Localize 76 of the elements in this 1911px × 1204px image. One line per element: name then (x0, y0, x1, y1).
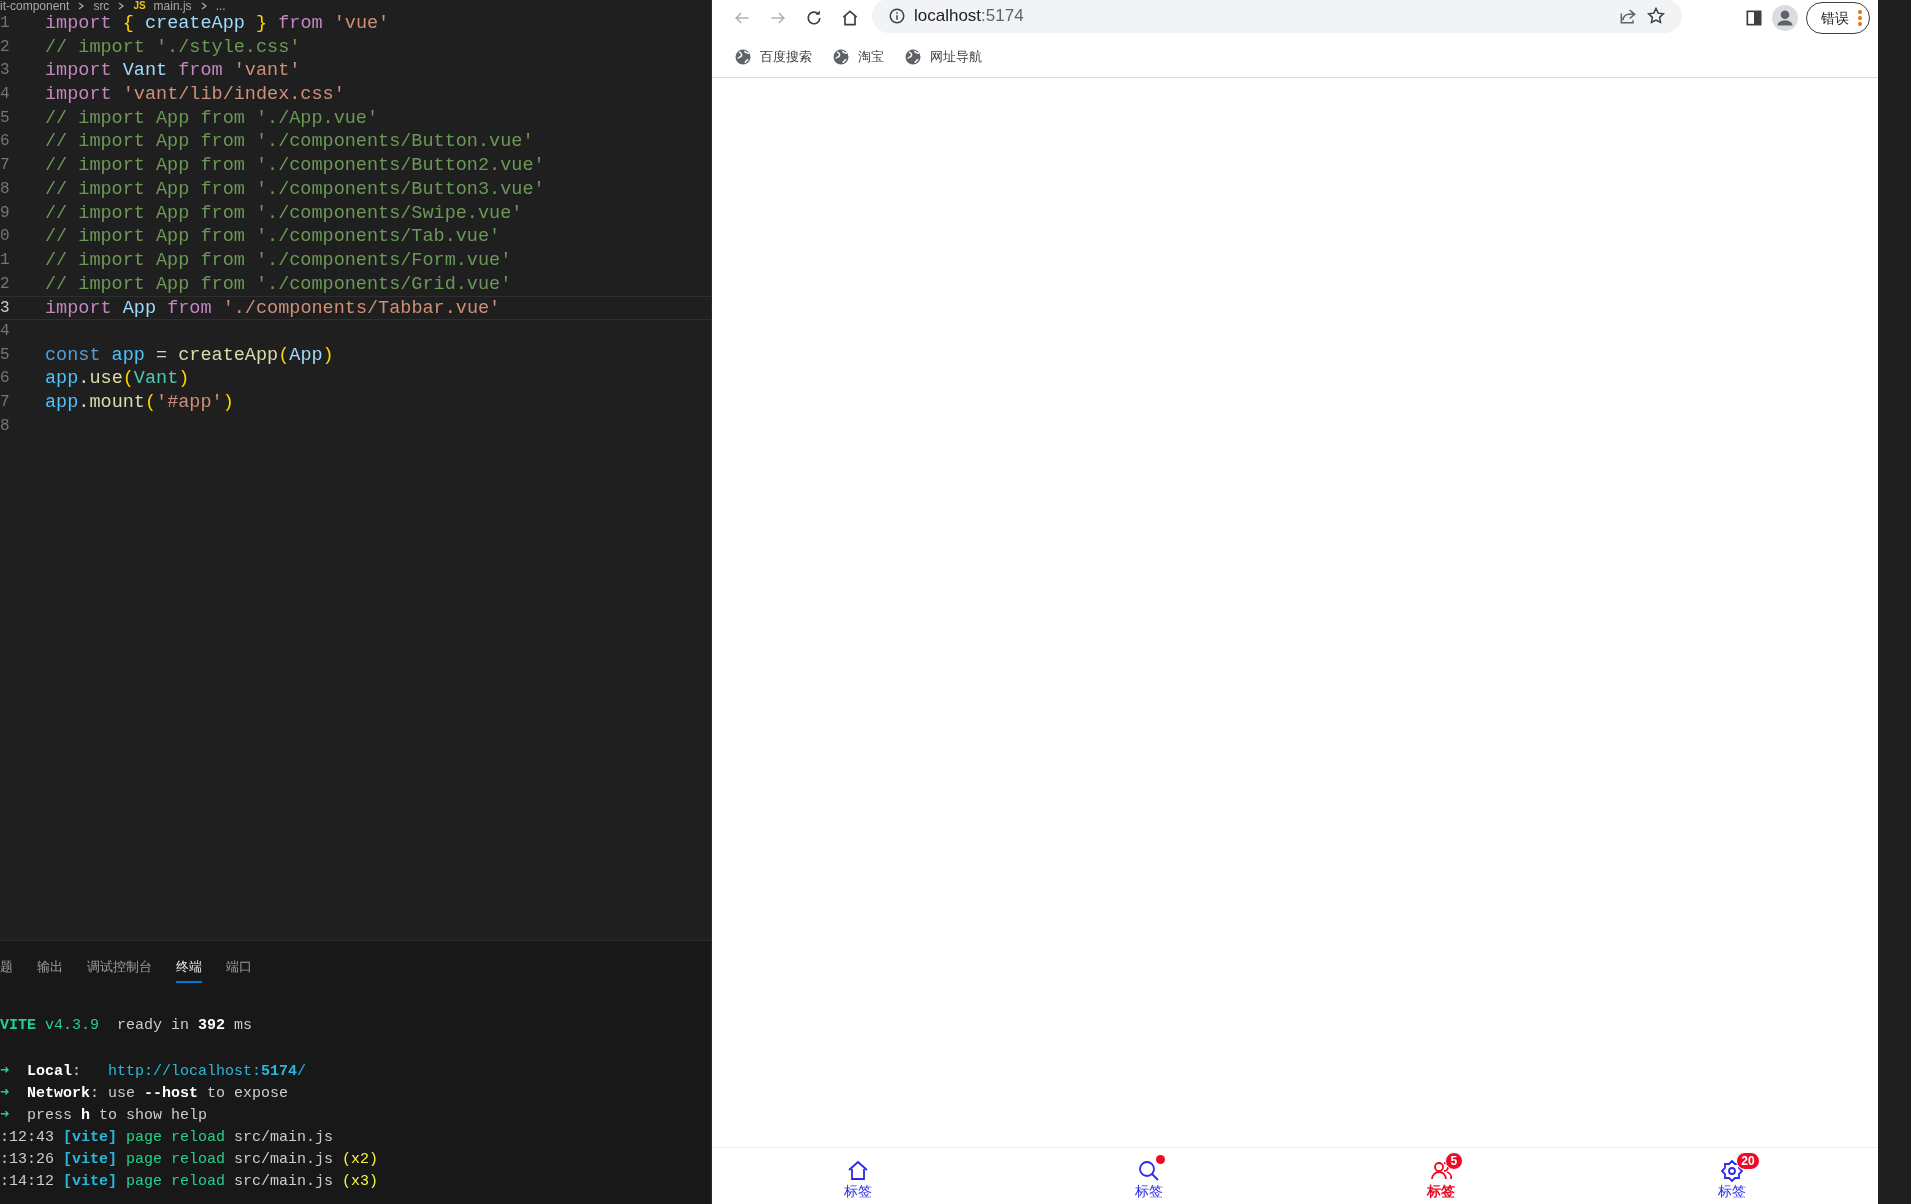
tab-label: 标签 (1718, 1183, 1747, 1200)
code-line: import 'vant/lib/index.css' (45, 83, 345, 107)
panel-tab[interactable]: 终端 (176, 957, 202, 983)
code-line: // import App from './components/Button3.vue' (45, 177, 545, 202)
line-number: 6 (0, 368, 11, 390)
line-number: 5 (0, 107, 11, 129)
code-line: const app = createApp(App) (45, 343, 334, 368)
terminal-line: :12:43 [vite] page reload src/main.js (0, 1128, 334, 1146)
tabbar-item[interactable]: 5 标签 (1295, 1148, 1587, 1200)
address-bar[interactable]: localhost:5174 (872, 0, 1682, 33)
bookmark[interactable]: 淘宝 (826, 44, 890, 69)
avatar-icon[interactable] (1772, 5, 1798, 31)
code-line: app.use(Vant) (45, 367, 190, 391)
code-line: // import App from './components/Tab.vue' (45, 225, 501, 249)
side-panel-icon[interactable] (1744, 8, 1764, 28)
code-line: import { createApp } from 'vue' (45, 13, 390, 36)
globe-icon (832, 47, 850, 66)
terminal-line: ➜ Network: use --host to expose (0, 1084, 289, 1102)
line-number: 4 (0, 320, 11, 342)
code-line: app.mount('#app') (45, 391, 234, 415)
terminal-line: :13:26 [vite] page reload src/main.js (x2) (0, 1150, 379, 1168)
bookmark[interactable]: 百度搜索 (728, 44, 818, 69)
code-line: // import App from './components/Button.vue' (45, 130, 534, 155)
line-number: 1 (0, 13, 11, 34)
count-badge: 20 (1736, 1152, 1760, 1171)
line-number: 7 (0, 392, 11, 413)
tab-label: 标签 (843, 1183, 872, 1200)
line-number: 3 (0, 60, 11, 82)
panel-tab[interactable]: 输出 (37, 957, 63, 983)
tabbar-item[interactable]: 20 标签 (1586, 1148, 1878, 1200)
star-icon[interactable] (1646, 6, 1666, 26)
tabbar-item[interactable]: 标签 (1003, 1148, 1295, 1200)
terminal-line: :14:12 [vite] page reload src/main.js (x3) (0, 1172, 379, 1190)
line-number: 4 (0, 84, 11, 106)
info-icon[interactable] (888, 7, 906, 25)
line-number: 3 (0, 298, 11, 319)
breadcrumb-item[interactable]: ... (215, 2, 226, 10)
tab-label: 标签 (1135, 1183, 1164, 1200)
code-line: import App from './components/Tabbar.vue' (45, 297, 501, 319)
panel-tab[interactable]: 调试控制台 (87, 957, 152, 983)
line-number: 1 (0, 249, 11, 271)
terminal-line: ➜ Local: http://localhost:5174/ (0, 1062, 307, 1080)
line-number: 5 (0, 344, 11, 366)
kebab-menu-icon (1857, 9, 1863, 27)
code-line: // import App from './components/Grid.vue' (45, 272, 512, 297)
profile-button[interactable]: 错误 (1806, 2, 1870, 34)
globe-icon (904, 47, 922, 66)
code-line: import Vant from 'vant' (45, 59, 301, 84)
panel-tab[interactable]: 题 (0, 957, 13, 983)
tab-label: 标签 (1426, 1183, 1455, 1200)
tabbar-item[interactable]: 标签 (712, 1148, 1004, 1200)
code-line: // import App from './components/Form.vue' (45, 248, 512, 273)
line-number: 7 (0, 155, 11, 177)
line-number: 8 (0, 415, 11, 437)
file-type-icon: JS (133, 2, 146, 10)
code-line: // import App from './components/Swipe.vue' (45, 201, 523, 226)
line-number: 9 (0, 202, 11, 224)
globe-icon (734, 47, 752, 66)
panel-tab[interactable]: 端口 (226, 957, 252, 983)
code-line: // import App from './components/Button2.vue' (45, 154, 545, 178)
chevron-icon (117, 2, 126, 10)
line-number: 0 (0, 226, 11, 248)
line-number: 2 (0, 273, 11, 295)
breadcrumb-item[interactable]: src (93, 2, 110, 10)
terminal-line: VITE v4.3.9 ready in 392 ms (0, 1016, 253, 1034)
line-number: 2 (0, 36, 11, 58)
bookmark[interactable]: 网址导航 (898, 44, 988, 69)
line-number: 6 (0, 131, 11, 153)
code-line: // import App from './App.vue' (45, 106, 379, 131)
url-text: localhost:5174 (914, 5, 1024, 28)
line-number: 8 (0, 178, 11, 200)
chevron-icon (199, 2, 208, 10)
count-badge: 5 (1444, 1152, 1463, 1171)
terminal-line: ➜ press h to show help (0, 1106, 208, 1124)
chevron-icon (77, 2, 86, 10)
code-line: // import './style.css' (45, 35, 301, 60)
